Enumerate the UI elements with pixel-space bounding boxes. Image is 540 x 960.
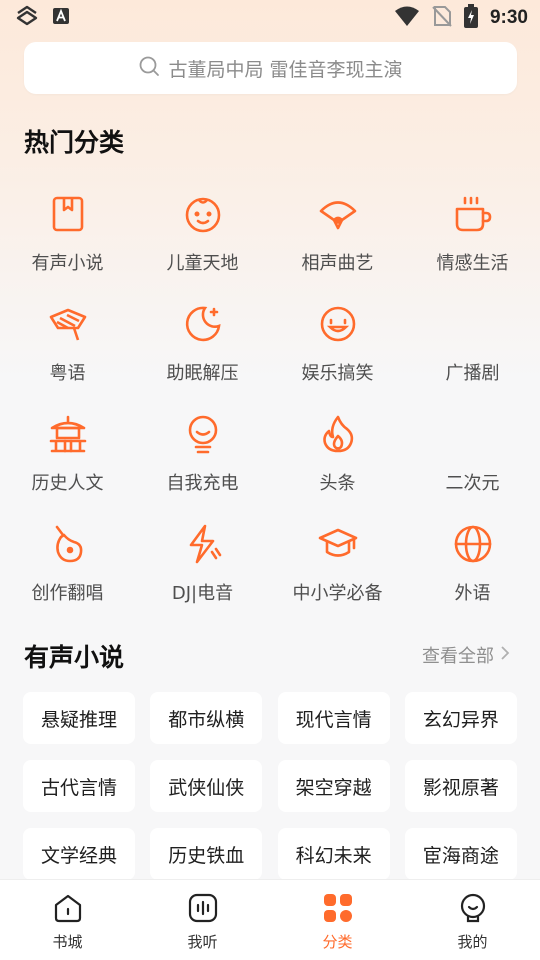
search-input[interactable]: 古董局中局 雷佳音李现主演 — [24, 42, 517, 94]
fan-icon — [318, 194, 358, 234]
coffee-cup-icon — [453, 194, 493, 234]
category-label: 广播剧 — [445, 363, 500, 384]
baby-face-icon — [183, 194, 223, 234]
category-label: 儿童天地 — [166, 253, 239, 274]
audio-wave-icon — [188, 893, 218, 927]
house-icon — [53, 893, 83, 927]
category-grid: 有声小说 儿童天地 相声曲艺 情感生活 粤语 助眠解压 娱乐搞笑 广播剧 历史人… — [0, 182, 540, 622]
category-item-radio-drama[interactable]: 广播剧 — [405, 292, 540, 402]
tag-button[interactable]: 架空穿越 — [277, 760, 390, 812]
category-label: 外语 — [454, 583, 491, 604]
audio-novels-title: 有声小说 — [24, 643, 125, 672]
globe-icon — [453, 524, 493, 564]
category-item-cover-songs[interactable]: 创作翻唱 — [0, 512, 135, 622]
category-item-foreign-language[interactable]: 外语 — [405, 512, 540, 622]
view-all-link[interactable]: 查看全部 — [422, 642, 510, 668]
category-label: 头条 — [319, 473, 356, 494]
tag-button[interactable]: 武侠仙侠 — [150, 760, 263, 812]
nav-tab-listening[interactable]: 我听 — [135, 880, 270, 960]
tag-button[interactable]: 都市纵横 — [150, 692, 263, 744]
category-item-cantonese[interactable]: 粤语 — [0, 292, 135, 402]
search-icon — [138, 55, 160, 81]
graduation-cap-icon — [318, 524, 358, 564]
guitar-icon — [48, 524, 88, 564]
pagoda-icon — [48, 414, 88, 454]
tag-button[interactable]: 科幻未来 — [277, 828, 390, 880]
category-item-kids[interactable]: 儿童天地 — [135, 182, 270, 292]
nav-label: 分类 — [322, 933, 353, 951]
bottom-nav: 书城 我听 分类 我的 — [0, 879, 540, 960]
no-sim-icon — [432, 5, 452, 31]
category-item-headlines[interactable]: 头条 — [270, 402, 405, 512]
lightning-icon — [183, 524, 223, 564]
view-all-label: 查看全部 — [422, 646, 494, 667]
tag-button[interactable]: 玄幻异界 — [404, 692, 517, 744]
category-label: 粤语 — [49, 363, 86, 384]
radio-drama-icon-placeholder — [453, 304, 493, 344]
category-label: 相声曲艺 — [301, 253, 374, 274]
nav-tab-profile[interactable]: 我的 — [405, 880, 540, 960]
keyboard-a-icon — [52, 7, 70, 29]
tag-button[interactable]: 古代言情 — [23, 760, 135, 812]
category-label: 历史人文 — [31, 473, 104, 494]
crab-hat-icon — [48, 304, 88, 344]
category-item-history[interactable]: 历史人文 — [0, 402, 135, 512]
hot-categories-title: 热门分类 — [24, 128, 125, 157]
category-label: 二次元 — [445, 473, 500, 494]
battery-charging-icon — [463, 4, 478, 32]
category-label: 创作翻唱 — [31, 583, 104, 604]
lightbulb-icon — [183, 414, 223, 454]
moon-icon — [183, 304, 223, 344]
category-item-k12[interactable]: 中小学必备 — [270, 512, 405, 622]
grid-icon — [323, 893, 353, 927]
category-label: 助眠解压 — [166, 363, 239, 384]
category-item-entertainment[interactable]: 娱乐搞笑 — [270, 292, 405, 402]
nav-label: 我的 — [457, 933, 488, 951]
category-item-sleep[interactable]: 助眠解压 — [135, 292, 270, 402]
category-label: 中小学必备 — [292, 583, 383, 604]
category-label: 娱乐搞笑 — [301, 363, 374, 384]
category-item-emotion[interactable]: 情感生活 — [405, 182, 540, 292]
nav-tab-categories[interactable]: 分类 — [270, 880, 405, 960]
novel-tag-grid: 悬疑推理 都市纵横 现代言情 玄幻异界 古代言情 武侠仙侠 架空穿越 影视原著 … — [23, 692, 517, 880]
category-label: 有声小说 — [31, 253, 104, 274]
category-item-crosstalk[interactable]: 相声曲艺 — [270, 182, 405, 292]
anime-icon-placeholder — [453, 414, 493, 454]
category-label: 情感生活 — [436, 253, 509, 274]
category-item-anime[interactable]: 二次元 — [405, 402, 540, 512]
category-label: DJ|电音 — [171, 583, 234, 604]
chevron-right-icon — [500, 645, 510, 666]
book-icon — [48, 194, 88, 234]
status-time: 9:30 — [489, 7, 528, 28]
smile-icon — [318, 304, 358, 344]
category-item-dj[interactable]: DJ|电音 — [135, 512, 270, 622]
tag-button[interactable]: 宦海商途 — [404, 828, 517, 880]
nav-tab-bookstore[interactable]: 书城 — [0, 880, 135, 960]
nav-label: 我听 — [187, 933, 218, 951]
status-bar: 9:30 — [0, 0, 540, 36]
tag-button[interactable]: 历史铁血 — [150, 828, 263, 880]
search-placeholder: 古董局中局 雷佳音李现主演 — [168, 58, 403, 81]
tag-button[interactable]: 文学经典 — [23, 828, 135, 880]
category-item-self-improvement[interactable]: 自我充电 — [135, 402, 270, 512]
flame-icon — [318, 414, 358, 454]
category-label: 自我充电 — [166, 473, 239, 494]
tag-button[interactable]: 现代言情 — [277, 692, 390, 744]
app-notification-icon — [14, 3, 40, 33]
nav-label: 书城 — [52, 933, 83, 951]
tag-button[interactable]: 影视原著 — [404, 760, 517, 812]
wifi-icon — [394, 5, 420, 31]
category-item-audio-novel[interactable]: 有声小说 — [0, 182, 135, 292]
tag-button[interactable]: 悬疑推理 — [23, 692, 135, 744]
profile-icon — [458, 893, 488, 927]
